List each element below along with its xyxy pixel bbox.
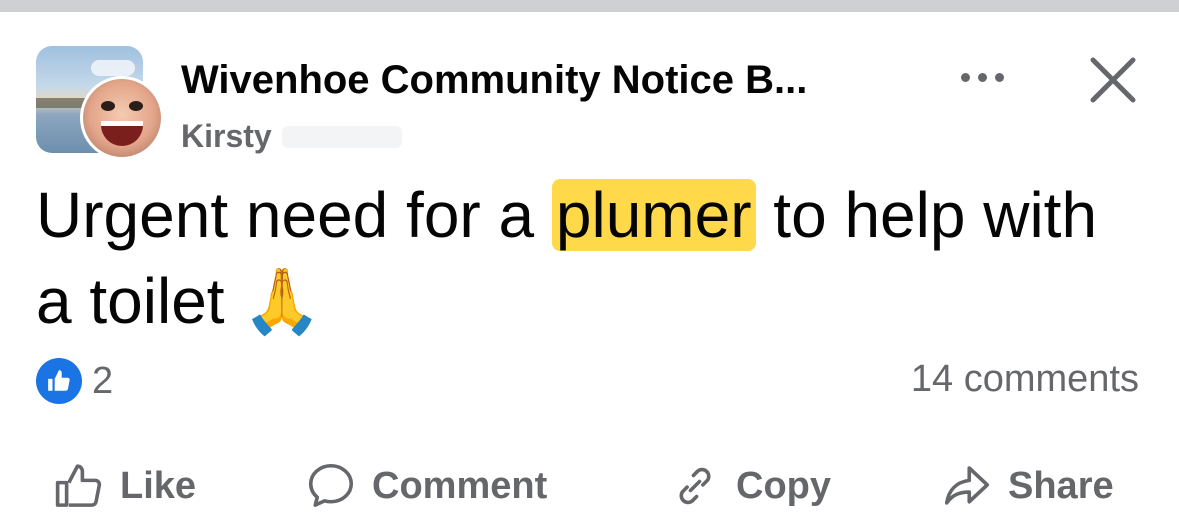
- copy-label: Copy: [736, 464, 831, 507]
- highlighted-word[interactable]: plumer: [551, 179, 756, 251]
- comment-button[interactable]: Comment: [304, 450, 547, 522]
- close-button[interactable]: [1085, 52, 1141, 108]
- group-name[interactable]: Wivenhoe Community Notice B...: [181, 58, 807, 103]
- share-button[interactable]: Share: [940, 450, 1114, 522]
- comment-bubble-icon: [308, 463, 354, 507]
- close-icon: [1090, 57, 1136, 103]
- post-text: Urgent need for a plumer to help with a …: [36, 179, 1098, 337]
- author-name[interactable]: Kirsty: [181, 118, 272, 155]
- redacted-author-surname: [282, 126, 402, 148]
- thumbs-up-icon: [55, 464, 102, 507]
- like-label: Like: [120, 464, 197, 507]
- share-label: Share: [1008, 464, 1114, 507]
- top-divider: [0, 0, 1179, 12]
- post-avatar[interactable]: [36, 46, 164, 160]
- user-avatar[interactable]: [80, 76, 164, 160]
- reaction-count: 2: [92, 359, 114, 402]
- reactions-summary[interactable]: 2: [36, 358, 113, 404]
- share-arrow-icon: [944, 466, 990, 505]
- praying-hands-emoji: 🙏: [242, 265, 323, 337]
- post-actions-bar: Like Comment Copy Share: [0, 450, 1179, 522]
- comment-label: Comment: [372, 464, 548, 507]
- copy-link-button[interactable]: Copy: [668, 450, 831, 522]
- link-icon: [679, 467, 711, 505]
- more-icon: [960, 72, 970, 82]
- thumbs-up-icon: [36, 358, 82, 404]
- comments-count-link[interactable]: 14 comments: [911, 358, 1139, 401]
- like-button[interactable]: Like: [52, 450, 196, 522]
- more-options-button[interactable]: [950, 60, 1014, 94]
